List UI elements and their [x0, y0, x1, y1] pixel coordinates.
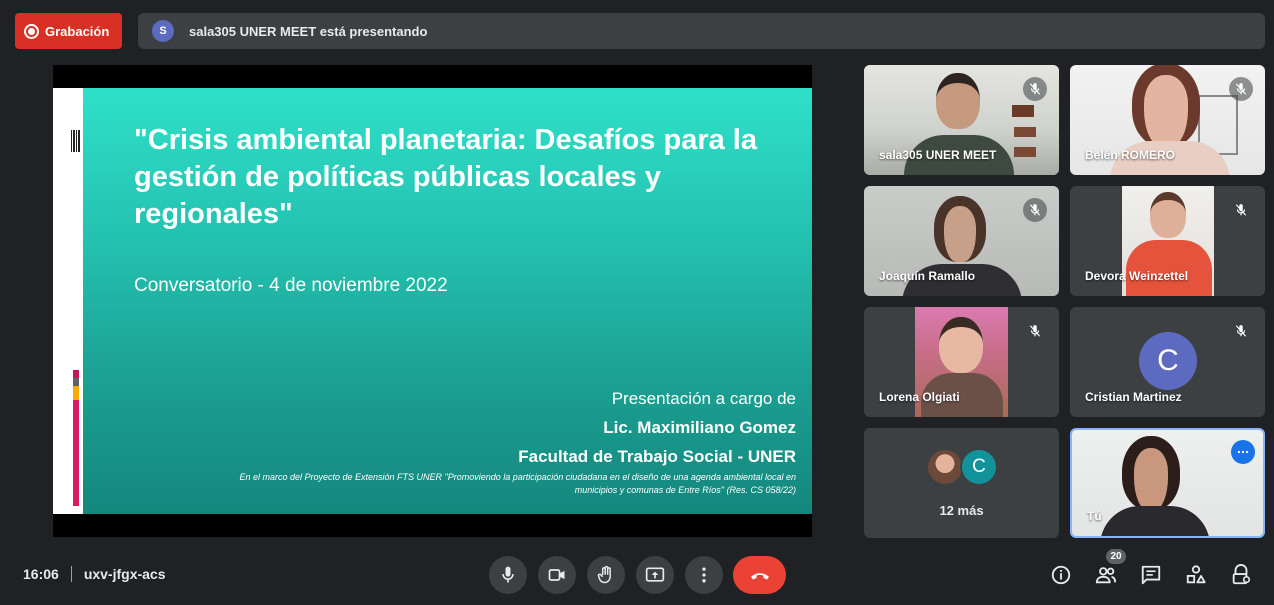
shapes-icon	[1186, 565, 1206, 584]
chat-button[interactable]	[1139, 563, 1163, 587]
recording-icon	[24, 23, 39, 39]
strip-color-1	[73, 370, 79, 378]
present-screen-button[interactable]	[636, 556, 674, 594]
participant-tile[interactable]: C Cristian Martinez	[1070, 307, 1265, 417]
wall-decoration	[1014, 127, 1036, 137]
presenter-avatar: S	[152, 20, 174, 42]
participant-name: Belén ROMERO	[1085, 148, 1176, 162]
participant-count-badge: 20	[1106, 549, 1126, 564]
slide-credits: Presentación a cargo de Lic. Maximiliano…	[518, 384, 796, 471]
participant-name: Devora Weinzettel	[1085, 269, 1189, 283]
self-tile[interactable]: Tú	[1070, 428, 1265, 538]
more-avatars: C	[926, 448, 998, 486]
participant-tile[interactable]: sala305 UNER MEET	[864, 65, 1059, 175]
footnote-line-2: municipios y comunas de Entre Ríos" (Res…	[574, 485, 796, 495]
slide-side-strip	[53, 88, 83, 514]
credit-presenter: Lic. Maximiliano Gomez	[603, 418, 796, 437]
present-icon	[645, 567, 665, 582]
more-count-label: 12 más	[939, 503, 984, 518]
participant-thumb	[926, 448, 964, 486]
presentation-slide: "Crisis ambiental planetaria: Desafíos p…	[53, 88, 812, 514]
person-head	[934, 196, 986, 262]
recording-button[interactable]: Grabación	[15, 13, 122, 49]
current-time: 16:06	[23, 566, 59, 582]
hand-icon	[597, 565, 611, 584]
participant-name: Lorena Olgiati	[879, 390, 960, 404]
hang-up-button[interactable]	[733, 556, 786, 594]
strip-color-4	[73, 400, 79, 506]
participant-tile[interactable]: Devora Weinzettel	[1070, 186, 1265, 296]
people-icon	[1095, 567, 1117, 584]
person-head	[1150, 192, 1186, 238]
presenting-banner: S sala305 UNER MEET está presentando	[138, 13, 1265, 49]
more-options-icon[interactable]	[1231, 440, 1255, 464]
microphone-button[interactable]	[489, 556, 527, 594]
camera-button[interactable]	[538, 556, 576, 594]
person-head	[1132, 65, 1200, 147]
muted-mic-icon	[1023, 319, 1047, 343]
slide-subtitle: Conversatorio - 4 de noviembre 2022	[134, 275, 448, 296]
footnote-line-1: En el marco del Proyecto de Extensión FT…	[239, 472, 796, 482]
person-head	[939, 317, 983, 373]
presentation-stage: "Crisis ambiental planetaria: Desafíos p…	[53, 65, 812, 537]
wall-decoration	[1014, 147, 1036, 157]
camera-icon	[548, 569, 565, 581]
self-name: Tú	[1087, 509, 1102, 523]
info-icon	[1051, 565, 1071, 585]
chat-icon	[1141, 565, 1161, 585]
credit-faculty: Facultad de Trabajo Social - UNER	[518, 447, 796, 466]
meeting-details-button[interactable]	[1049, 563, 1073, 587]
mic-icon	[502, 566, 514, 583]
muted-mic-icon	[1023, 77, 1047, 101]
person-head	[1122, 436, 1180, 510]
presenting-text: sala305 UNER MEET está presentando	[189, 23, 428, 39]
more-vertical-icon	[702, 567, 706, 583]
separator	[70, 566, 72, 582]
person-body	[1100, 506, 1210, 536]
participant-tile[interactable]: Joaquín Ramallo	[864, 186, 1059, 296]
participant-name: Cristian Martinez	[1085, 390, 1182, 404]
person-head	[936, 73, 980, 129]
strip-color-3	[73, 386, 79, 400]
strip-color-2	[73, 378, 79, 386]
slide-footnote: En el marco del Proyecto de Extensión FT…	[136, 471, 796, 497]
muted-mic-icon	[1229, 198, 1253, 222]
participant-name: sala305 UNER MEET	[879, 148, 997, 162]
participant-tile[interactable]: Belén ROMERO	[1070, 65, 1265, 175]
credit-intro: Presentación a cargo de	[611, 389, 796, 408]
muted-mic-icon	[1023, 198, 1047, 222]
person-body	[1126, 240, 1212, 296]
raise-hand-button[interactable]	[587, 556, 625, 594]
barcode-graphic	[71, 130, 81, 152]
wall-decoration	[1012, 105, 1034, 117]
meeting-info: 16:06 uxv-jfgx-acs	[23, 566, 166, 582]
recording-label: Grabación	[45, 23, 110, 39]
participant-name: Joaquín Ramallo	[879, 269, 976, 283]
host-controls-button[interactable]	[1229, 563, 1253, 587]
participant-thumb-initial: C	[960, 448, 998, 486]
muted-mic-icon	[1229, 77, 1253, 101]
more-options-button[interactable]	[685, 556, 723, 594]
participant-tile[interactable]: Lorena Olgiati	[864, 307, 1059, 417]
slide-title: "Crisis ambiental planetaria: Desafíos p…	[134, 124, 757, 230]
hang-up-icon	[750, 573, 769, 580]
activities-button[interactable]	[1184, 563, 1208, 587]
participants-button[interactable]	[1094, 563, 1118, 587]
muted-mic-icon	[1229, 319, 1253, 343]
participant-avatar: C	[1139, 332, 1197, 390]
meeting-code: uxv-jfgx-acs	[83, 566, 166, 582]
lock-person-icon	[1232, 564, 1251, 585]
more-participants-tile[interactable]: C 12 más	[864, 428, 1059, 538]
